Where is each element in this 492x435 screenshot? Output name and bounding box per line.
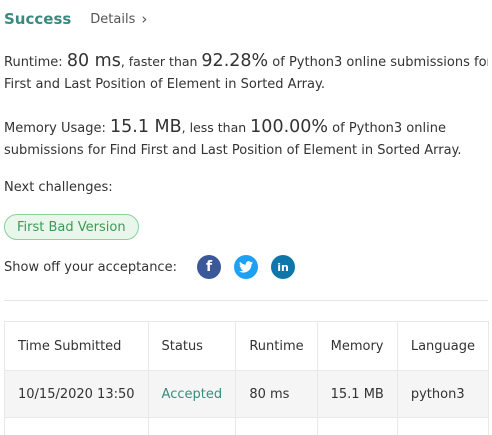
cell-runtime: 80 ms xyxy=(236,371,317,418)
memory-label: Memory Usage: xyxy=(4,121,110,136)
status-success: Success xyxy=(4,10,71,28)
header-time-submitted[interactable]: Time Submitted xyxy=(5,322,148,371)
cell-time-submitted: 10/15/2020 13:50 xyxy=(5,371,148,418)
empty-cell xyxy=(317,418,397,435)
header-memory[interactable]: Memory xyxy=(317,322,397,371)
header-status[interactable]: Status xyxy=(148,322,236,371)
cell-memory: 15.1 MB xyxy=(317,371,397,418)
submissions-table: Time Submitted Status Runtime Memory Lan… xyxy=(5,322,489,435)
runtime-line-2: First and Last Position of Element in So… xyxy=(4,74,488,96)
details-link[interactable]: Details › xyxy=(90,12,147,27)
cell-language: python3 xyxy=(397,371,488,418)
header-runtime[interactable]: Runtime xyxy=(236,322,317,371)
table-row-empty xyxy=(5,418,489,435)
submissions-table-container: Time Submitted Status Runtime Memory Lan… xyxy=(4,321,489,435)
memory-line-1: Memory Usage: 15.1 MB, less than 100.00%… xyxy=(4,116,488,140)
memory-summary: Memory Usage: 15.1 MB, less than 100.00%… xyxy=(4,116,488,162)
social-icons: f in xyxy=(197,255,295,279)
share-label: Show off your acceptance: xyxy=(4,260,197,275)
runtime-value: 80 ms xyxy=(67,51,121,71)
memory-line-2: submissions for Find First and Last Posi… xyxy=(4,140,488,162)
runtime-summary: Runtime: 80 ms, faster than 92.28% of Py… xyxy=(4,50,488,96)
facebook-icon[interactable]: f xyxy=(197,255,221,279)
result-header: Success Details › xyxy=(4,9,147,29)
twitter-icon[interactable] xyxy=(234,255,258,279)
empty-cell xyxy=(236,418,317,435)
section-divider xyxy=(4,300,488,301)
chevron-right-icon: › xyxy=(141,12,147,27)
linkedin-icon[interactable]: in xyxy=(271,255,295,279)
memory-line1-suffix: of Python3 online xyxy=(328,121,446,136)
table-row[interactable]: 10/15/2020 13:50 Accepted 80 ms 15.1 MB … xyxy=(5,371,489,418)
empty-cell xyxy=(397,418,488,435)
cell-status-accepted[interactable]: Accepted xyxy=(148,371,236,418)
memory-less-text: , less than xyxy=(182,120,251,135)
memory-percent: 100.00% xyxy=(250,117,328,137)
empty-cell xyxy=(148,418,236,435)
runtime-line-1: Runtime: 80 ms, faster than 92.28% of Py… xyxy=(4,50,488,74)
next-challenges-label: Next challenges: xyxy=(4,180,113,195)
details-label: Details xyxy=(90,12,135,27)
runtime-percent: 92.28% xyxy=(201,51,268,71)
challenge-chip-first-bad-version[interactable]: First Bad Version xyxy=(4,214,139,240)
empty-cell xyxy=(5,418,148,435)
memory-value: 15.1 MB xyxy=(110,117,182,137)
twitter-bird-icon xyxy=(239,261,253,273)
header-language[interactable]: Language xyxy=(397,322,488,371)
table-header-row: Time Submitted Status Runtime Memory Lan… xyxy=(5,322,489,371)
runtime-faster-text: , faster than xyxy=(121,54,202,69)
runtime-line1-suffix: of Python3 online submissions for Find xyxy=(268,55,488,70)
share-row: Show off your acceptance: f in xyxy=(4,256,295,278)
runtime-label: Runtime: xyxy=(4,55,67,70)
